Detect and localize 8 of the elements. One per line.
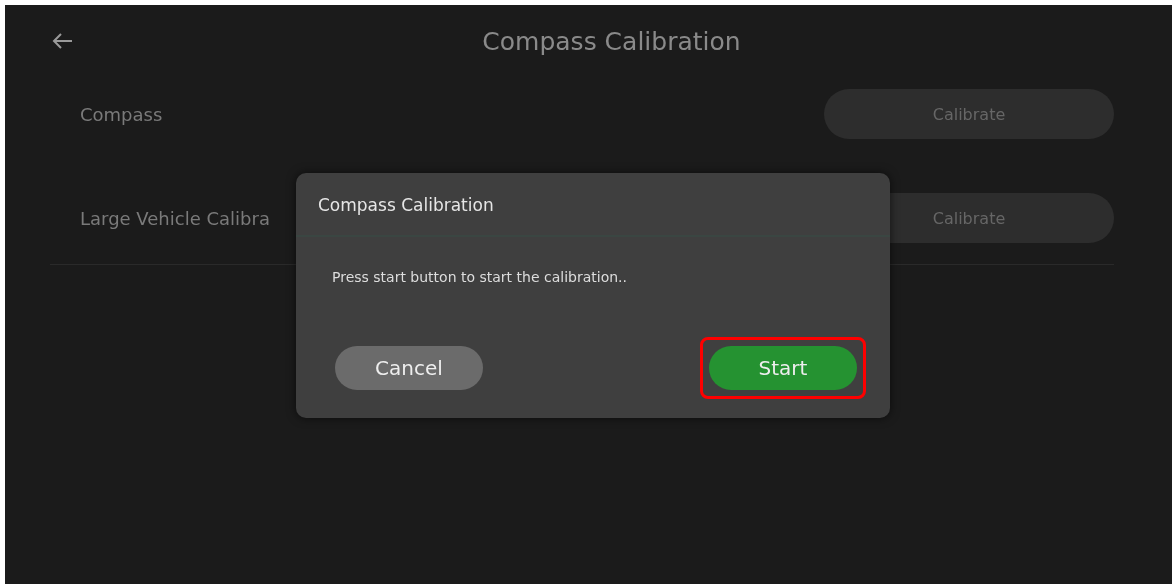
page-title: Compass Calibration	[482, 26, 741, 56]
calibrate-button[interactable]: Calibrate	[824, 89, 1114, 139]
cancel-button[interactable]: Cancel	[335, 346, 483, 390]
setting-label: Large Vehicle Calibra	[79, 207, 270, 229]
start-button[interactable]: Start	[709, 346, 857, 390]
dialog-message: Press start button to start the calibration..	[331, 268, 628, 287]
dialog-title: Compass Calibration	[296, 173, 890, 237]
setting-label: Compass	[79, 103, 163, 125]
